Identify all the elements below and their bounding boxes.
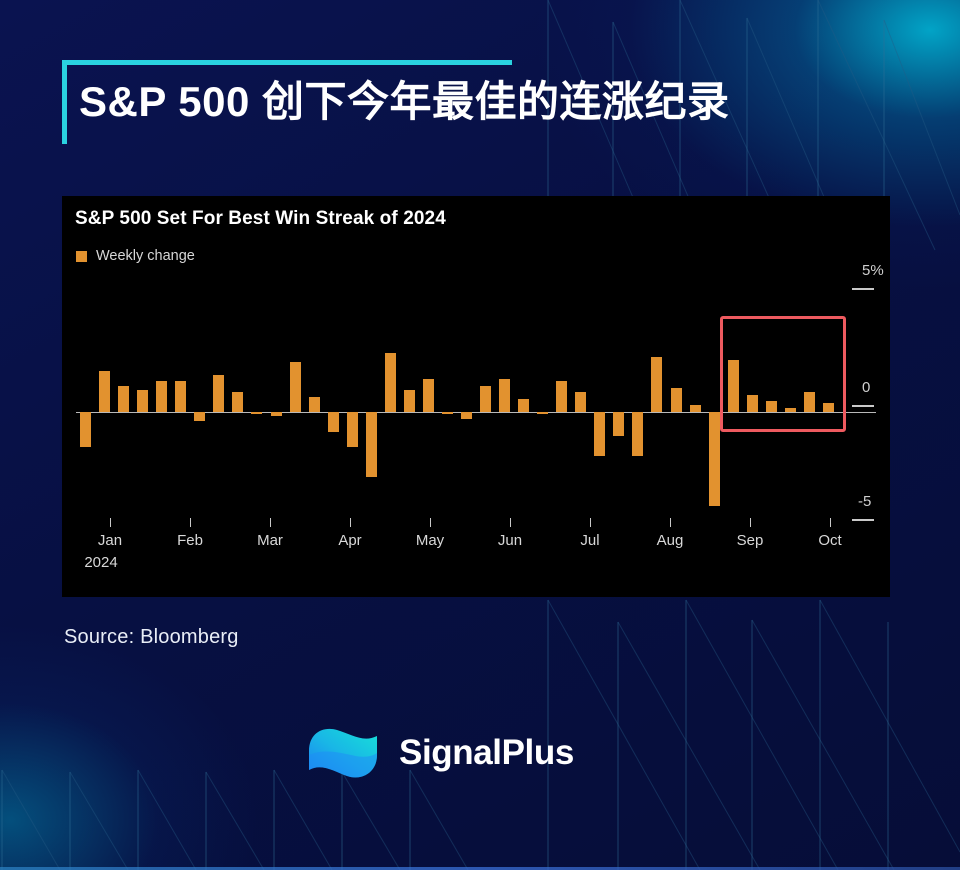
bar-W15 [347,412,358,447]
x-axis-tick-mar [270,518,271,527]
x-axis-label-feb: Feb [177,532,203,549]
x-axis-label-may: May [415,532,445,549]
bar-W18 [404,390,415,412]
infographic-page: S&P 500 创下今年最佳的连涨纪录 S&P 500 Set For Best… [0,0,960,870]
x-axis-label-sep: Sep [736,532,764,549]
legend-swatch-weekly-change [76,250,87,262]
x-axis-label-jan: Jan [97,532,123,549]
x-axis-tick-jun [510,518,511,527]
bar-W29 [613,412,624,436]
bar-W25 [537,412,548,415]
bar-W24 [518,398,529,412]
x-axis-tick-jul [590,518,591,527]
bar-W3 [118,385,129,412]
brand-name: SignalPlus [399,733,574,772]
bar-W4 [137,390,148,412]
bar-W12 [290,361,301,412]
y-axis-label-5pct: 5% [862,262,884,279]
y-axis-tick-5pct [852,288,874,290]
x-axis-label-apr: Apr [338,532,362,549]
source-note: Source: Bloomberg [64,626,239,648]
bar-W17 [385,353,396,412]
bar-W16 [366,412,377,478]
header-accent-top [62,60,512,65]
x-axis-tick-oct [830,518,831,527]
x-axis-label-mar: Mar [257,532,283,549]
chart-plot-area [76,292,876,532]
chart-legend: Weekly change [76,248,195,264]
bar-W7 [194,412,205,421]
bar-W27 [575,392,586,412]
x-axis-tick-may [430,518,431,527]
bar-W10 [251,412,262,415]
bar-W8 [213,374,224,412]
bar-W32 [671,388,682,412]
bar-W2 [99,370,110,412]
bar-W14 [328,412,339,432]
legend-label-weekly-change: Weekly change [96,248,195,264]
x-axis-label-jun: Jun [497,532,523,549]
bar-W26 [556,381,567,412]
bar-W23 [499,379,510,412]
bar-W22 [480,385,491,412]
bar-W21 [461,412,472,419]
chart-title: S&P 500 Set For Best Win Streak of 2024 [75,208,446,229]
x-axis-label-aug: Aug [656,532,684,549]
x-axis-year-label: 2024 [84,554,118,571]
bar-W33 [690,405,701,412]
bar-W30 [632,412,643,456]
x-axis-label-oct: Oct [818,532,842,549]
page-title: S&P 500 创下今年最佳的连涨纪录 [79,78,730,125]
bar-W5 [156,381,167,412]
chart-panel: S&P 500 Set For Best Win Streak of 2024 … [62,196,890,597]
bar-W34 [709,412,720,506]
x-axis-tick-feb [190,518,191,527]
x-axis-label-jul: Jul [580,532,600,549]
bar-W19 [423,379,434,412]
bar-W11 [271,412,282,417]
bar-W13 [309,396,320,412]
x-axis: 2024 Jan Feb Mar Apr May Jun Jul Aug Sep Oct [76,518,876,588]
x-axis-tick-jan [110,518,111,527]
bar-W20 [442,412,453,415]
win-streak-highlight-box [719,316,846,432]
x-axis-tick-aug [670,518,671,527]
bar-W1 [80,412,91,447]
brand-logo: SignalPlus [307,725,574,781]
x-axis-tick-sep [750,518,751,527]
x-axis-tick-apr [350,518,351,527]
bar-W28 [594,412,605,456]
bar-W31 [651,357,662,412]
bar-W6 [175,381,186,412]
header-accent-left [62,60,67,144]
signalplus-wave-logo-icon [309,728,377,778]
bar-W9 [232,392,243,412]
